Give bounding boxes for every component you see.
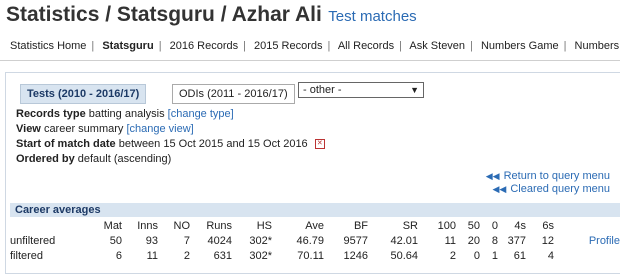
column-header xyxy=(10,218,80,233)
nav-statistics-home[interactable]: Statistics Home xyxy=(10,40,86,52)
start-date-label: Start of match date xyxy=(16,138,116,150)
nav-divider xyxy=(0,60,620,61)
column-header: 100 xyxy=(437,219,456,232)
table-cell: 50.64 xyxy=(390,249,418,262)
column-header: BF xyxy=(353,219,368,232)
page-title: Statistics / Statsguru / Azhar Ali xyxy=(6,3,322,26)
remove-filter-icon[interactable]: ✕ xyxy=(314,139,325,150)
other-format-select[interactable]: - other - ▼ xyxy=(298,82,424,98)
column-header: Runs xyxy=(206,219,232,232)
start-date-line: Start of match date between 15 Oct 2015 … xyxy=(16,138,325,150)
table-cell: 2 xyxy=(449,249,456,262)
profile-link[interactable]: Profile xyxy=(589,235,620,247)
table-cell: 4 xyxy=(547,249,554,262)
start-date-value: between 15 Oct 2015 and 15 Oct 2016 xyxy=(118,138,308,150)
tab-odis[interactable]: ODIs (2011 - 2016/17) xyxy=(172,84,295,104)
other-format-value: - other - xyxy=(303,84,342,96)
records-type-label: Records type xyxy=(16,108,86,120)
change-type-link[interactable]: [change type] xyxy=(168,108,234,120)
table-cell: 12 xyxy=(541,234,554,247)
table-cell: 302* xyxy=(249,249,272,262)
rewind-icon: ◀◀ xyxy=(485,171,500,181)
row-label: unfiltered xyxy=(10,234,56,247)
column-header: 0 xyxy=(491,219,498,232)
table-header-row: Mat Inns NO Runs HS Ave BF SR 100 50 0 4… xyxy=(10,218,620,233)
nav-separator: | xyxy=(243,40,246,52)
nav-numbers-game[interactable]: Numbers Game xyxy=(481,40,559,52)
nav-separator: | xyxy=(91,40,95,52)
column-header: NO xyxy=(173,219,191,232)
table-cell: 7 xyxy=(183,234,190,247)
table-row: unfiltered 50 93 7 4024 302* 46.79 9577 … xyxy=(10,233,620,248)
column-header: 6s xyxy=(542,219,554,232)
view-label: View xyxy=(16,123,41,135)
table-cell: 2 xyxy=(183,249,190,262)
row-label: filtered xyxy=(10,249,44,262)
career-averages-table: Mat Inns NO Runs HS Ave BF SR 100 50 0 4… xyxy=(10,218,620,263)
return-query-link[interactable]: ◀◀ Return to query menu xyxy=(486,170,610,182)
nav-statsguru[interactable]: Statsguru xyxy=(102,40,153,52)
records-type-value: batting analysis xyxy=(88,108,165,120)
column-header: HS xyxy=(256,219,272,232)
tab-tests[interactable]: Tests (2010 - 2016/17) xyxy=(20,84,147,104)
view-value: career summary xyxy=(43,123,124,135)
chevron-down-icon: ▼ xyxy=(410,85,419,95)
nav-2016-records[interactable]: 2016 Records xyxy=(170,40,239,52)
nav-numbers-dont[interactable]: Numbers Don't xyxy=(575,40,620,52)
table-row: filtered 6 11 2 631 302* 70.11 1246 50.6… xyxy=(10,248,620,263)
ordered-by-line: Ordered by default (ascending) xyxy=(16,153,171,165)
table-cell: 6 xyxy=(115,249,122,262)
table-cell: 377 xyxy=(507,234,526,247)
column-header: 4s xyxy=(514,219,526,232)
cleared-query-link[interactable]: ◀◀ Cleared query menu xyxy=(492,183,610,195)
records-type-line: Records type batting analysis [change ty… xyxy=(16,108,234,120)
rewind-icon: ◀◀ xyxy=(492,184,507,194)
table-cell: 50 xyxy=(109,234,122,247)
column-header xyxy=(554,218,620,233)
table-cell: 0 xyxy=(473,249,480,262)
table-cell: 11 xyxy=(146,249,158,262)
page-header: Statistics / Statsguru / Azhar Ali Test … xyxy=(6,3,417,27)
table-cell: 4024 xyxy=(207,234,232,247)
top-nav: Statistics Home | Statsguru | 2016 Records… xyxy=(10,40,620,52)
page-subtitle[interactable]: Test matches xyxy=(328,8,416,25)
ordered-by-value: default (ascending) xyxy=(77,153,172,165)
table-cell: 11 xyxy=(444,234,456,247)
nav-ask-steven[interactable]: Ask Steven xyxy=(409,40,465,52)
table-cell: 70.11 xyxy=(297,249,324,262)
column-header: Inns xyxy=(137,219,158,232)
nav-separator: | xyxy=(470,40,473,52)
nav-all-records[interactable]: All Records xyxy=(338,40,394,52)
table-cell: 9577 xyxy=(343,234,368,247)
table-cell: 1 xyxy=(491,249,498,262)
return-query-label: Return to query menu xyxy=(503,170,610,182)
nav-2015-records[interactable]: 2015 Records xyxy=(254,40,323,52)
career-averages-header: Career averages xyxy=(10,203,620,217)
nav-separator: | xyxy=(158,40,162,52)
table-cell: 1246 xyxy=(343,249,368,262)
table-cell: 46.79 xyxy=(296,234,324,247)
table-cell xyxy=(554,248,620,263)
career-averages-title: Career averages xyxy=(15,204,101,216)
table-cell: 631 xyxy=(213,249,232,262)
nav-separator: | xyxy=(327,40,331,52)
table-cell: 8 xyxy=(491,234,498,247)
view-line: View career summary [change view] xyxy=(16,123,194,135)
column-header: 50 xyxy=(467,219,480,232)
column-header: SR xyxy=(402,219,418,232)
column-header: Mat xyxy=(103,219,122,232)
cleared-query-label: Cleared query menu xyxy=(510,183,610,195)
column-header: Ave xyxy=(305,219,324,232)
table-cell: 20 xyxy=(467,234,480,247)
table-cell: 302* xyxy=(249,234,272,247)
table-cell: 42.01 xyxy=(390,234,418,247)
table-cell: 93 xyxy=(145,234,158,247)
table-cell: 61 xyxy=(513,249,526,262)
nav-separator: | xyxy=(563,40,567,52)
change-view-link[interactable]: [change view] xyxy=(126,123,193,135)
ordered-by-label: Ordered by xyxy=(16,153,75,165)
nav-separator: | xyxy=(399,40,402,52)
